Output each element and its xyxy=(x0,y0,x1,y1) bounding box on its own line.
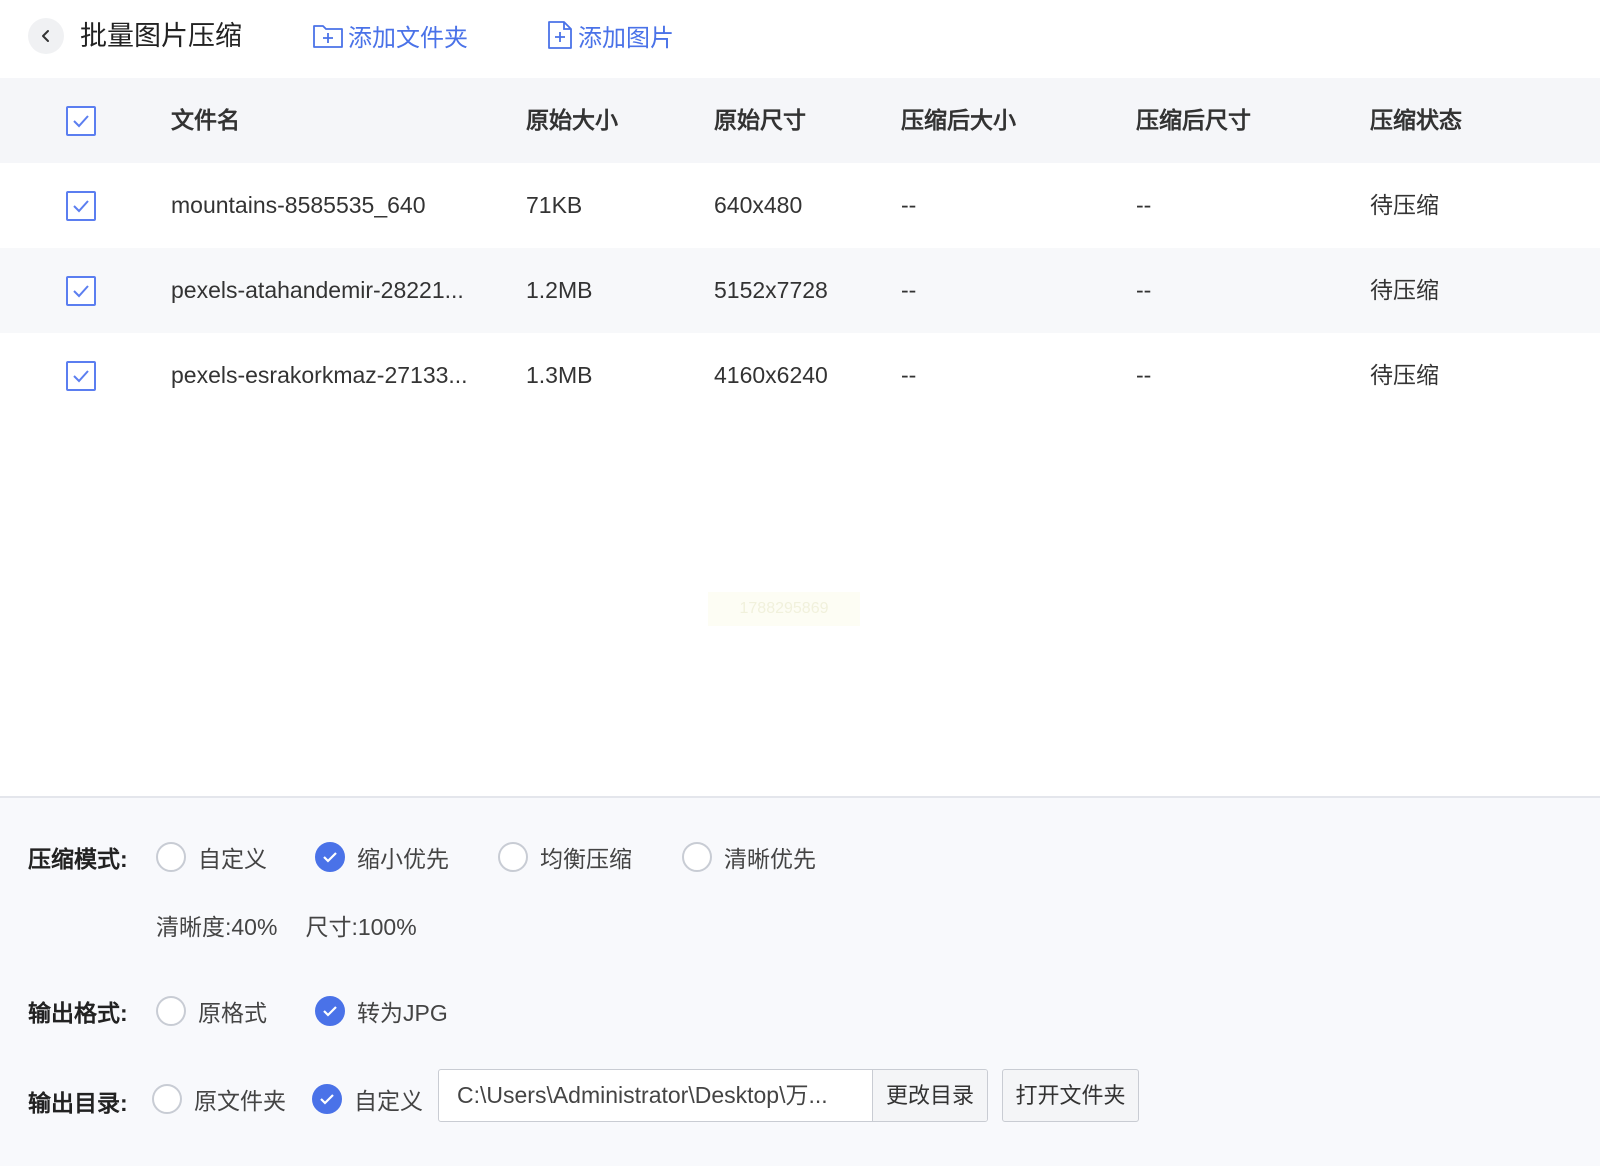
mode-option-balanced[interactable]: 均衡压缩 xyxy=(498,840,632,874)
output-option-custom[interactable]: 自定义 xyxy=(312,1082,423,1116)
compressed-size: -- xyxy=(901,192,917,218)
output-path-text[interactable]: C:\Users\Administrator\Desktop\万... xyxy=(439,1070,872,1121)
compression-params: 清晰度:40% 尺寸:100% xyxy=(156,908,417,942)
file-name: pexels-atahandemir-28221... xyxy=(171,277,464,303)
radio-selected xyxy=(315,996,345,1026)
compressed-dimensions: -- xyxy=(1136,277,1152,303)
page-title: 批量图片压缩 xyxy=(80,21,242,51)
check-icon xyxy=(323,852,337,863)
open-folder-button[interactable]: 打开文件夹 xyxy=(1002,1069,1139,1122)
radio-unselected xyxy=(152,1084,182,1114)
option-label: 清晰优先 xyxy=(724,846,816,872)
output-option-original-folder[interactable]: 原文件夹 xyxy=(152,1082,286,1116)
compressed-size: -- xyxy=(901,362,917,388)
original-size: 1.2MB xyxy=(526,277,593,303)
radio-unselected xyxy=(156,842,186,872)
option-label: 均衡压缩 xyxy=(540,846,632,872)
file-name: mountains-8585535_640 xyxy=(171,192,426,218)
compression-status: 待压缩 xyxy=(1370,277,1439,303)
back-button[interactable] xyxy=(28,18,64,54)
format-option-jpg[interactable]: 转为JPG xyxy=(315,994,448,1028)
option-label: 缩小优先 xyxy=(357,846,449,872)
table-row[interactable]: pexels-atahandemir-28221... 1.2MB 5152x7… xyxy=(0,248,1600,333)
format-option-original[interactable]: 原格式 xyxy=(156,994,267,1028)
select-all-checkbox-cell xyxy=(66,106,96,136)
output-path-field[interactable]: C:\Users\Administrator\Desktop\万... 更改目录 xyxy=(438,1069,988,1122)
clarity-value: 清晰度:40% xyxy=(156,914,278,940)
row-checkbox-cell xyxy=(66,361,96,391)
radio-selected xyxy=(315,842,345,872)
original-size: 1.3MB xyxy=(526,362,593,388)
add-image-button[interactable]: 添加图片 xyxy=(546,18,674,52)
option-label: 原格式 xyxy=(198,1000,267,1026)
chevron-left-icon xyxy=(42,30,49,42)
compressed-dimensions: -- xyxy=(1136,362,1152,388)
row-checkbox[interactable] xyxy=(66,276,96,306)
column-header-compressed-dimensions[interactable]: 压缩后尺寸 xyxy=(1136,78,1251,163)
radio-selected xyxy=(312,1084,342,1114)
table-row[interactable]: mountains-8585535_640 71KB 640x480 -- --… xyxy=(0,163,1600,248)
check-icon xyxy=(73,370,89,383)
check-icon xyxy=(73,200,89,213)
check-icon xyxy=(73,285,89,298)
add-folder-label: 添加文件夹 xyxy=(348,24,468,52)
column-header-original-size[interactable]: 原始大小 xyxy=(526,78,618,163)
output-directory-label: 输出目录: xyxy=(28,1090,128,1116)
original-size: 71KB xyxy=(526,192,583,218)
radio-unselected xyxy=(498,842,528,872)
compressed-size: -- xyxy=(901,277,917,303)
size-value: 尺寸:100% xyxy=(305,914,417,940)
compression-mode-label: 压缩模式: xyxy=(28,846,128,872)
output-format-label: 输出格式: xyxy=(28,1000,128,1026)
add-folder-button[interactable]: 添加文件夹 xyxy=(312,18,468,52)
compression-status: 待压缩 xyxy=(1370,192,1439,218)
change-directory-button[interactable]: 更改目录 xyxy=(872,1070,987,1121)
file-name: pexels-esrakorkmaz-27133... xyxy=(171,362,468,388)
option-label: 转为JPG xyxy=(357,1000,448,1026)
column-header-status[interactable]: 压缩状态 xyxy=(1370,78,1462,163)
compressed-dimensions: -- xyxy=(1136,192,1152,218)
mode-option-custom[interactable]: 自定义 xyxy=(156,840,267,874)
file-table: 文件名 原始大小 原始尺寸 压缩后大小 压缩后尺寸 压缩状态 mountains… xyxy=(0,78,1600,418)
row-checkbox[interactable] xyxy=(66,191,96,221)
check-icon xyxy=(323,1006,337,1017)
top-bar: 批量图片压缩 添加文件夹 添加图片 xyxy=(0,0,1600,78)
option-label: 自定义 xyxy=(198,846,267,872)
row-checkbox[interactable] xyxy=(66,361,96,391)
original-dimensions: 5152x7728 xyxy=(714,277,828,303)
compression-status: 待压缩 xyxy=(1370,362,1439,388)
check-icon xyxy=(320,1094,334,1105)
add-folder-icon xyxy=(313,25,343,48)
mode-option-clarity-priority[interactable]: 清晰优先 xyxy=(682,840,816,874)
table-header-row: 文件名 原始大小 原始尺寸 压缩后大小 压缩后尺寸 压缩状态 xyxy=(0,78,1600,163)
radio-unselected xyxy=(156,996,186,1026)
column-header-original-dimensions[interactable]: 原始尺寸 xyxy=(714,78,806,163)
original-dimensions: 4160x6240 xyxy=(714,362,828,388)
row-checkbox-cell xyxy=(66,191,96,221)
check-icon xyxy=(73,115,89,128)
option-label: 原文件夹 xyxy=(194,1088,286,1114)
option-label: 自定义 xyxy=(354,1088,423,1114)
original-dimensions: 640x480 xyxy=(714,192,803,218)
settings-panel: 压缩模式: 自定义 缩小优先 均衡压缩 清晰优先 清晰度:40% 尺寸:100% … xyxy=(0,796,1600,1166)
add-file-icon xyxy=(548,21,572,49)
watermark-text: 1788295869 xyxy=(708,592,860,626)
mode-option-size-priority[interactable]: 缩小优先 xyxy=(315,840,449,874)
select-all-checkbox[interactable] xyxy=(66,106,96,136)
radio-unselected xyxy=(682,842,712,872)
column-header-filename[interactable]: 文件名 xyxy=(171,78,240,163)
table-row[interactable]: pexels-esrakorkmaz-27133... 1.3MB 4160x6… xyxy=(0,333,1600,418)
row-checkbox-cell xyxy=(66,276,96,306)
add-image-label: 添加图片 xyxy=(578,24,674,52)
column-header-compressed-size[interactable]: 压缩后大小 xyxy=(901,78,1016,163)
